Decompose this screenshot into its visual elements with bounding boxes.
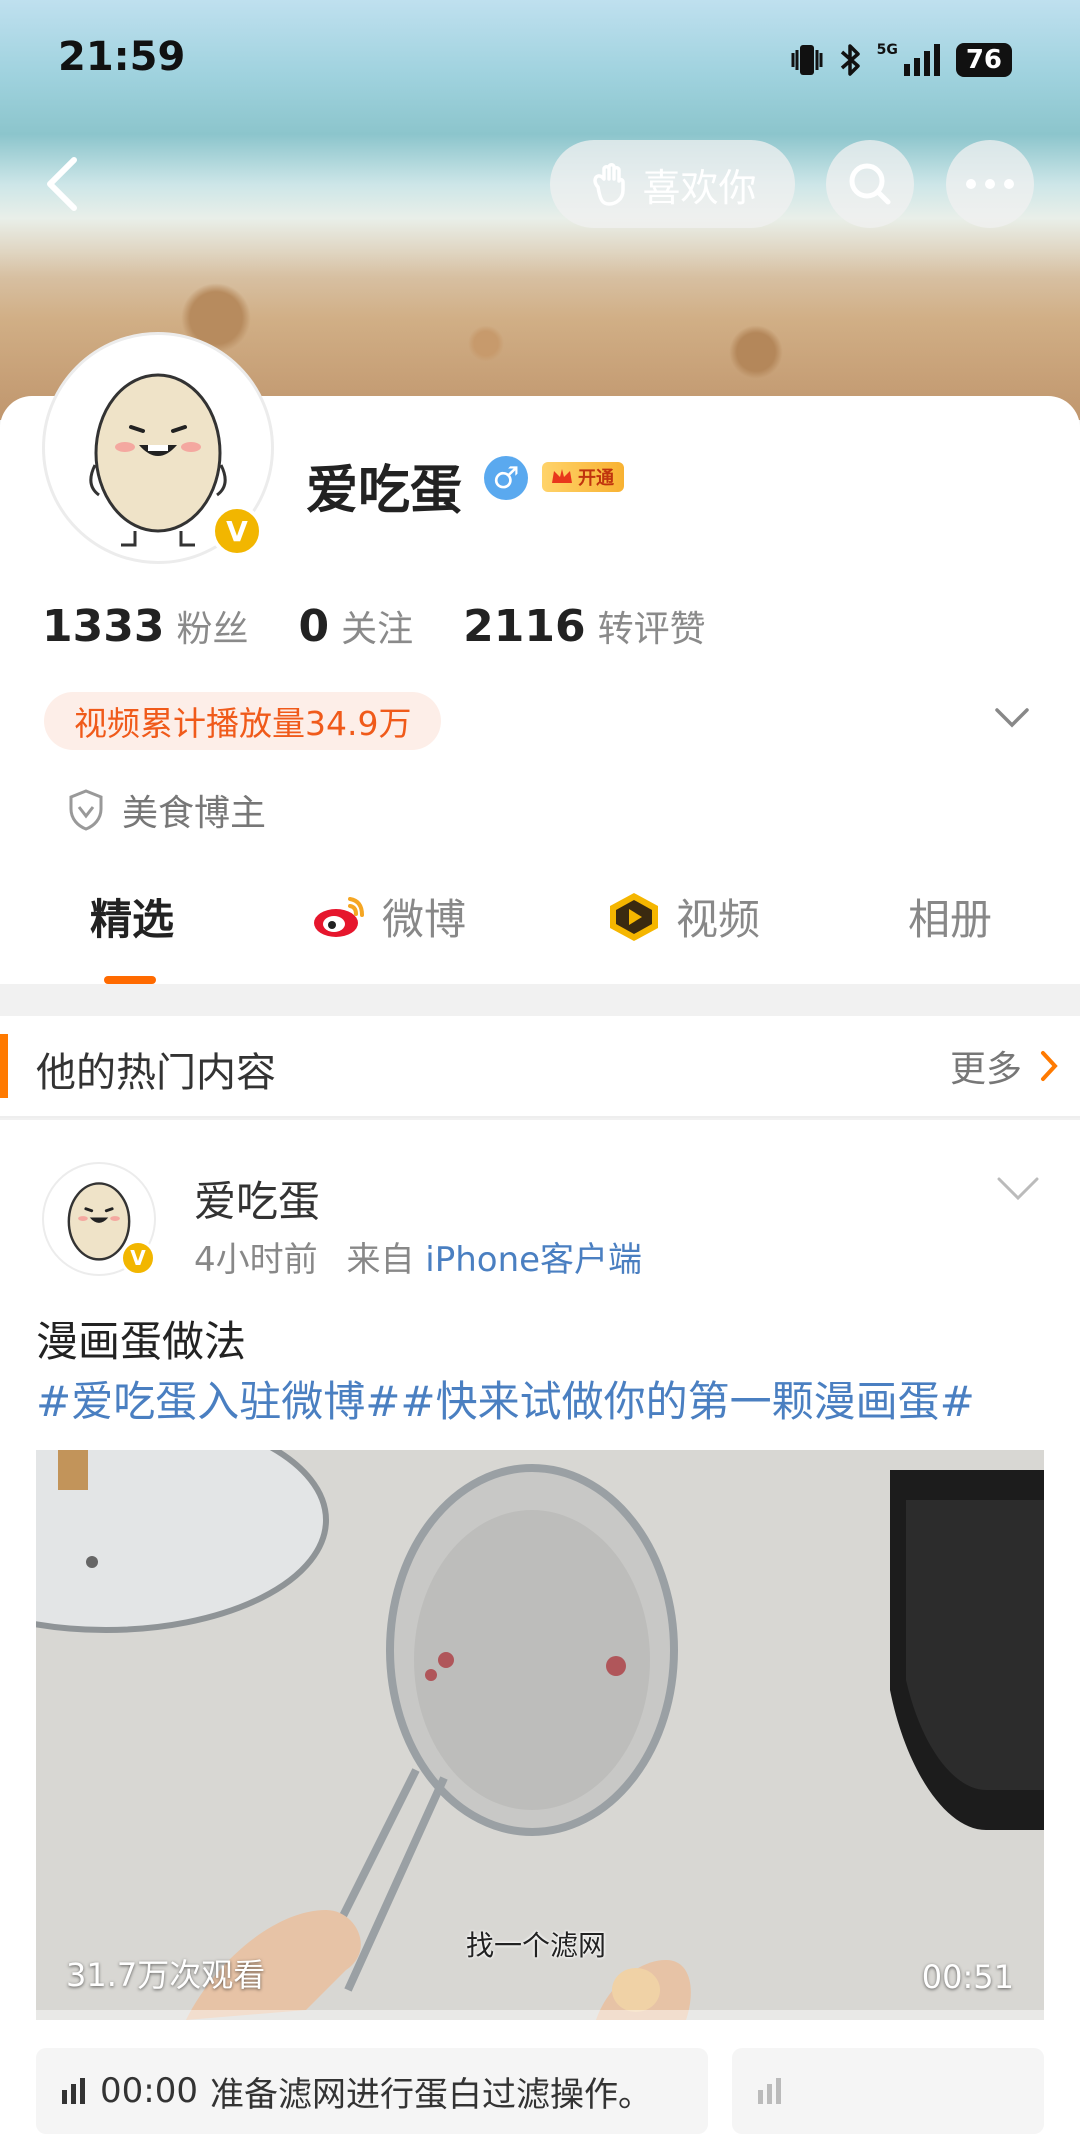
more-label: 更多	[949, 1049, 1022, 1090]
chevron-down-icon[interactable]	[996, 1176, 1040, 1202]
tab-album[interactable]: 相册	[908, 886, 992, 947]
post-time: 4小时前	[194, 1240, 318, 1280]
vip-label: 开通	[578, 468, 614, 489]
profile-tagline: 美食博主	[66, 784, 266, 836]
post-source[interactable]: iPhone客户端	[425, 1240, 642, 1280]
more-icon	[966, 179, 1014, 189]
tagline-text: 美食博主	[122, 793, 267, 834]
audio-bars-icon	[62, 2078, 85, 2104]
video-chapter-item[interactable]: 00:00 准备滤网进行蛋白过滤操作。	[36, 2048, 708, 2134]
battery-level: 76	[955, 43, 1012, 77]
search-icon	[849, 163, 891, 205]
following-count[interactable]: 0	[298, 601, 329, 652]
search-button[interactable]	[826, 140, 914, 228]
video-progress-bar[interactable]	[36, 2010, 1044, 2020]
video-duration: 00:51	[921, 1958, 1014, 1996]
like-you-button[interactable]: 喜欢你	[550, 140, 795, 228]
profile-stats: 1333 粉丝 0 关注 2116 转评赞	[42, 600, 756, 652]
post-author-avatar[interactable]: V	[42, 1162, 156, 1276]
crown-icon	[552, 469, 572, 483]
shield-icon	[69, 789, 103, 831]
status-icons: 5G 76	[789, 42, 1012, 78]
tab-weibo-label: 微博	[382, 895, 467, 944]
profile-name: 爱吃蛋	[306, 461, 463, 521]
hot-content-title: 他的热门内容	[36, 1050, 276, 1096]
profile-avatar[interactable]: V	[42, 332, 274, 564]
hot-content-header: 他的热门内容 更多	[0, 1016, 1080, 1118]
post-card[interactable]: V 爱吃蛋 4小时前 来自 iPhone客户端 漫画蛋做法 #爱吃蛋入驻微博##…	[0, 1120, 1080, 2136]
network-label: 5G	[876, 42, 898, 58]
section-accent-bar	[0, 1034, 8, 1098]
video-player[interactable]: 找一个滤网 31.7万次观看 00:51	[36, 1450, 1044, 2020]
hand-heart-icon	[593, 163, 626, 206]
play-count-badge: 视频累计播放量34.9万	[44, 692, 442, 750]
audio-bars-icon	[758, 2078, 781, 2104]
followers-label[interactable]: 粉丝	[176, 600, 248, 652]
post-hashtags[interactable]: #爱吃蛋入驻微博##快来试做你的第一颗漫画蛋#	[36, 1368, 975, 1429]
tab-video[interactable]: 视频	[606, 886, 760, 947]
chapter-text: 准备滤网进行蛋白过滤操作。	[209, 2074, 652, 2115]
post-title: 漫画蛋做法	[36, 1317, 247, 1366]
vibrate-icon	[791, 45, 823, 75]
video-subtitle: 找一个滤网	[466, 1929, 607, 1962]
like-you-label: 喜欢你	[642, 165, 757, 210]
interactions-label: 转评赞	[597, 609, 706, 650]
active-tab-indicator	[104, 976, 156, 984]
more-button[interactable]	[946, 140, 1034, 228]
status-bar: 21:59 5G 76	[0, 0, 1080, 120]
chevron-right-icon	[1041, 1051, 1058, 1081]
chapter-time: 00:00	[100, 2071, 198, 2111]
post-meta: 4小时前 来自 iPhone客户端	[194, 1232, 642, 1281]
interactions-count: 2116	[463, 601, 586, 652]
weibo-icon	[314, 896, 364, 937]
video-views: 31.7万次观看	[66, 1956, 266, 1994]
top-nav: 喜欢你	[0, 140, 1080, 230]
tab-featured[interactable]: 精选	[90, 886, 174, 947]
back-button[interactable]	[42, 154, 82, 214]
post-author-name[interactable]: 爱吃蛋	[194, 1168, 320, 1229]
followers-count[interactable]: 1333	[42, 601, 164, 652]
bluetooth-icon	[840, 44, 860, 76]
tab-featured-label: 精选	[90, 895, 175, 944]
signal-icon	[903, 44, 940, 76]
following-label[interactable]: 关注	[341, 600, 413, 652]
verified-badge: V	[120, 1240, 156, 1276]
chevron-down-icon[interactable]	[994, 706, 1030, 730]
tab-album-label: 相册	[908, 895, 993, 944]
tab-video-label: 视频	[676, 895, 761, 944]
video-icon	[610, 892, 658, 941]
vip-badge[interactable]: 开通	[542, 462, 624, 492]
video-chapter-item-next[interactable]	[732, 2048, 1044, 2134]
tab-weibo[interactable]: 微博	[310, 886, 466, 947]
verified-badge: V	[211, 505, 263, 557]
gender-male-icon: ♂	[484, 456, 528, 500]
back-icon	[47, 157, 77, 211]
post-from: 来自	[346, 1240, 415, 1280]
profile-tabs: 精选 微博 视频 相册	[0, 880, 1080, 984]
more-link[interactable]: 更多	[950, 1040, 1058, 1092]
status-time: 21:59	[58, 34, 186, 80]
